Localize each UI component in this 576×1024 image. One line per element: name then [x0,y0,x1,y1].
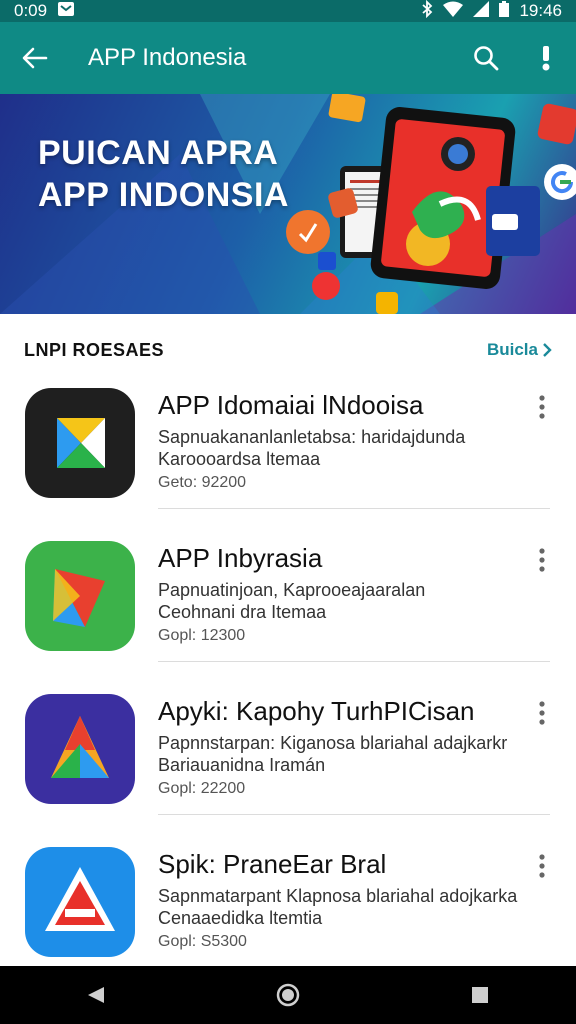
a-prism-logo-icon [25,694,135,804]
promo-banner[interactable]: PUICAN APRA APP INDONSIA [0,94,576,314]
nav-home-button[interactable] [258,966,318,1024]
more-vert-icon [539,395,545,419]
nav-back-button[interactable] [66,966,126,1024]
signal-icon [473,0,490,22]
triangle-back-icon [88,987,104,1003]
chevron-right-icon [543,343,552,357]
divider [158,814,550,815]
list-item[interactable]: Spik: PraneEar Bral Sapnmatarpant Klapno… [0,831,576,984]
list-item[interactable]: Apyki: Kapohy TurhPICisan Papnnstarpan: … [0,678,576,831]
system-nav-bar [0,966,576,1024]
item-menu-button[interactable] [530,392,554,422]
item-menu-button[interactable] [530,545,554,575]
app-meta: Gopl: 12300 [158,627,246,644]
more-options-button[interactable] [516,22,576,94]
section-header: LNPI ROESAES Buicla [24,338,552,362]
app-meta: Gopl: 22200 [158,780,246,797]
item-menu-button[interactable] [530,851,554,881]
status-time: 0:09 [14,1,48,20]
circle-home-icon [276,983,300,1007]
a-logo-icon [25,847,135,957]
item-menu-button[interactable] [530,698,554,728]
app-description: Papnnstarpan: Kiganosa blariahal adajkar… [158,733,508,775]
status-clock: 19:46 [519,1,562,20]
app-bar: APP Indonesia [0,22,576,94]
section-title: LNPI ROESAES [24,339,165,360]
search-button[interactable] [456,22,516,94]
search-icon [474,46,499,71]
app-name: Spik: PraneEar Bral [158,849,387,879]
list-item[interactable]: APP Inbyrasia Papnuatinjoan, Kaprooeajaa… [0,525,576,678]
app-meta: Geto: 92200 [158,474,247,491]
app-name: APP Inbyrasia [158,543,323,573]
divider [158,508,550,509]
status-bar: 0:09 19:46 [0,0,576,22]
app-meta: Gopl: S5300 [158,933,247,950]
app-description: Sapnuakananlanletabsa: haridajdunda Karo… [158,427,466,469]
nav-recents-button[interactable] [450,966,510,1024]
wifi-icon [443,1,464,22]
app-name: Apyki: Kapohy TurhPICisan [158,696,475,726]
more-vert-icon [542,46,550,71]
app-list: APP Idomaiai lNdooisa Sapnuakananlanleta… [0,372,576,984]
notification-icon [57,1,75,22]
prism-logo-icon [25,541,135,651]
square-recents-icon [472,987,488,1003]
more-vert-icon [539,854,545,878]
banner-title: PUICAN APRA APP INDONSIA [38,134,289,214]
battery-icon [499,0,510,22]
list-item[interactable]: APP Idomaiai lNdooisa Sapnuakananlanleta… [0,372,576,525]
app-description: Papnuatinjoan, Kaprooeajaaralan Ceohnani… [158,580,426,622]
more-vert-icon [539,548,545,572]
app-description: Sapnmatarpant Klapnosa blariahal adojkar… [158,886,518,928]
back-button[interactable] [0,22,70,94]
arrow-left-icon [22,47,48,69]
page-title: APP Indonesia [88,44,247,71]
more-vert-icon [539,701,545,725]
see-all-label: Buicla [486,340,538,359]
m-logo-icon [25,388,135,498]
divider [158,661,550,662]
bluetooth-icon [421,0,433,23]
see-all-link[interactable]: Buicla [487,340,552,360]
app-name: APP Idomaiai lNdooisa [158,390,424,420]
